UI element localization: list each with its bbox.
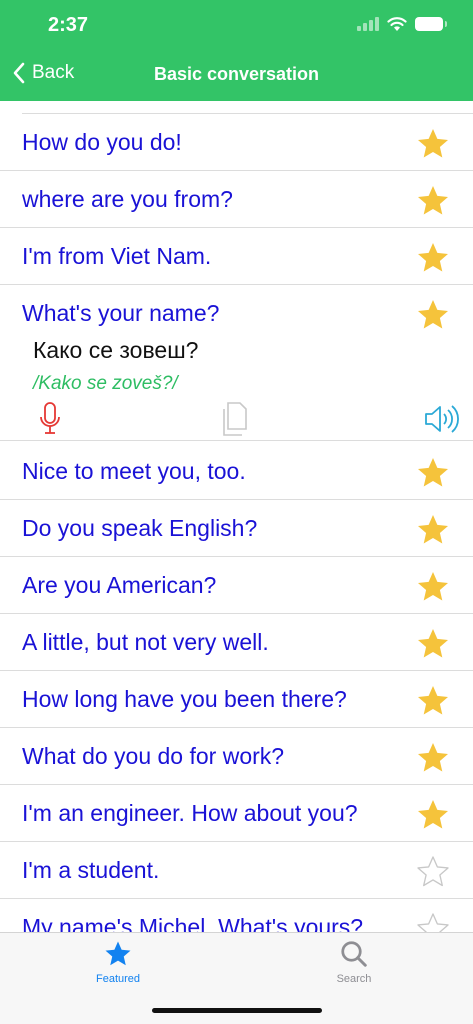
star-filled-icon[interactable] — [415, 569, 451, 605]
star-outline-icon[interactable] — [415, 854, 451, 890]
star-filled-icon[interactable] — [415, 740, 451, 776]
star-filled-icon[interactable] — [415, 455, 451, 491]
star-filled-icon[interactable] — [415, 240, 451, 276]
phrase-list[interactable]: How do you do! where are you from? I'm f… — [0, 101, 473, 932]
phrase-text: Do you speak English? — [22, 515, 258, 541]
phrase-text: What's your name? — [22, 300, 220, 326]
phrase-row[interactable]: I'm an engineer. How about you? — [0, 785, 473, 842]
star-icon — [105, 941, 131, 966]
star-outline-icon[interactable] — [415, 911, 451, 932]
wifi-icon — [387, 17, 407, 31]
phrase-row[interactable]: How long have you been there? — [0, 671, 473, 728]
tab-label: Featured — [95, 973, 141, 985]
phrase-row[interactable]: Are you American? — [0, 557, 473, 614]
phrase-row[interactable]: I'm from Viet Nam. — [0, 228, 473, 285]
tab-label: Search — [336, 973, 372, 985]
star-filled-icon[interactable] — [415, 183, 451, 219]
phrase-row[interactable]: A little, but not very well. — [0, 614, 473, 671]
tab-featured[interactable]: Featured — [58, 939, 178, 985]
phrase-text: I'm a student. — [22, 857, 160, 883]
pronunciation-text: /Kako se zoveš?/ — [33, 373, 178, 394]
phrase-text: What do you do for work? — [22, 743, 285, 769]
phrase-row-expanded[interactable]: What's your name? Како се зовеш? /Kako s… — [0, 285, 473, 441]
star-filled-icon[interactable] — [415, 126, 451, 162]
phrase-row[interactable]: Do you speak English? — [0, 500, 473, 557]
phrase-text: I'm from Viet Nam. — [22, 243, 212, 269]
tab-search[interactable]: Search — [294, 939, 414, 985]
phrase-text: How long have you been there? — [22, 686, 347, 712]
star-filled-icon[interactable] — [415, 683, 451, 719]
translation-text: Како се зовеш? — [33, 337, 199, 363]
speaker-icon[interactable] — [423, 401, 459, 437]
phrase-row[interactable]: where are you from? — [0, 171, 473, 228]
page-title: Basic conversation — [153, 64, 320, 84]
phrase-text: Nice to meet you, too. — [22, 458, 246, 484]
star-filled-icon[interactable] — [415, 297, 451, 333]
phrase-row[interactable]: I'm a student. — [0, 842, 473, 899]
star-filled-icon[interactable] — [415, 626, 451, 662]
status-icons — [357, 16, 447, 32]
star-filled-icon[interactable] — [415, 512, 451, 548]
microphone-icon[interactable] — [38, 401, 62, 437]
phrase-text: My name's Michel. What's yours? — [22, 914, 364, 932]
phrase-text: How do you do! — [22, 129, 182, 155]
status-time: 2:37 — [48, 14, 89, 36]
home-indicator — [152, 1008, 322, 1013]
star-filled-icon[interactable] — [415, 797, 451, 833]
phrase-text: where are you from? — [22, 186, 233, 212]
search-icon — [341, 941, 367, 967]
navigation-header: 2:37 Back Basic conversation — [0, 0, 473, 101]
phrase-row[interactable]: My name's Michel. What's yours? — [0, 899, 473, 932]
phrase-row[interactable]: What do you do for work? — [0, 728, 473, 785]
phrase-text: Are you American? — [22, 572, 217, 598]
signal-icon — [357, 17, 379, 31]
phrase-text: I'm an engineer. How about you? — [22, 800, 358, 826]
phrase-row[interactable]: How do you do! — [0, 114, 473, 171]
phrase-text: A little, but not very well. — [22, 629, 269, 655]
phrase-row[interactable]: Nice to meet you, too. — [0, 443, 473, 500]
battery-icon — [415, 17, 447, 31]
copy-icon[interactable] — [220, 401, 252, 437]
